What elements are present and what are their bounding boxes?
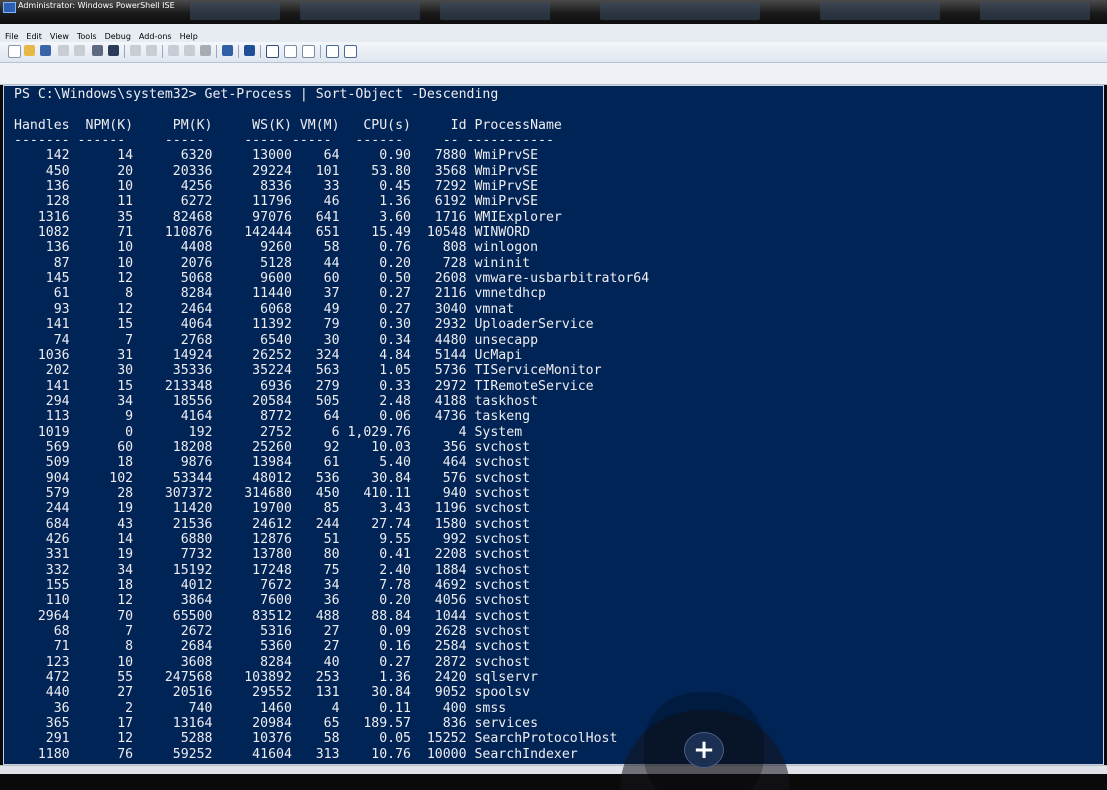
taskbar-blur xyxy=(300,2,420,20)
menu-help[interactable]: Help xyxy=(175,26,201,41)
maximize-icon[interactable] xyxy=(302,45,315,58)
toolbar-separator xyxy=(124,45,125,58)
table-row: 110 12 3864 7600 36 0.20 4056 svchost xyxy=(14,593,531,609)
snippet-icon[interactable] xyxy=(326,45,339,58)
save-icon[interactable] xyxy=(40,45,51,56)
table-row: 113 9 4164 8772 64 0.06 4736 taskeng xyxy=(14,409,531,425)
split-icon[interactable] xyxy=(284,45,297,58)
clear-icon[interactable] xyxy=(108,45,119,56)
table-row: 569 60 18208 25260 92 10.03 356 svchost xyxy=(14,439,531,455)
toolbar xyxy=(0,42,1107,63)
table-row: 579 28 307372 314680 450 410.11 940 svch… xyxy=(14,485,531,501)
table-row: 61 8 8284 11440 37 0.27 2116 vmnetdhcp xyxy=(14,286,546,302)
table-row: 202 30 35336 35224 563 1.05 5736 TIServi… xyxy=(14,363,602,379)
table-row: 440 27 20516 29552 131 30.84 9052 spools… xyxy=(14,685,531,701)
open-folder-icon[interactable] xyxy=(24,45,35,56)
table-row: 128 11 6272 11796 46 1.36 6192 WmiPrvSE xyxy=(14,194,539,210)
powershell-icon[interactable] xyxy=(244,45,255,56)
table-row: 145 12 5068 9600 60 0.50 2608 vmware-usb… xyxy=(14,271,650,287)
menu-debug[interactable]: Debug xyxy=(100,26,134,41)
table-row: 1019 0 192 2752 6 1,029.76 4 System xyxy=(14,424,523,440)
table-row: 294 34 18556 20584 505 2.48 4188 taskhos… xyxy=(14,393,539,409)
undo-icon[interactable] xyxy=(130,45,141,56)
table-row: 331 19 7732 13780 80 0.41 2208 svchost xyxy=(14,547,531,563)
menu-file[interactable]: File xyxy=(0,26,21,41)
table-row: 365 17 13164 20984 65 189.57 836 service… xyxy=(14,716,539,732)
table-row: 426 14 6880 12876 51 9.55 992 svchost xyxy=(14,531,531,547)
table-row: 155 18 4012 7672 34 7.78 4692 svchost xyxy=(14,578,531,593)
table-row: 1316 35 82468 97076 641 3.60 1716 WMIExp… xyxy=(14,209,562,225)
window-titlebar[interactable]: Administrator: Windows PowerShell ISE xyxy=(0,0,1107,25)
table-row: 472 55 247568 103892 253 1.36 2420 sqlse… xyxy=(14,670,539,686)
cut-icon[interactable] xyxy=(58,45,69,56)
console-prompt-line: PS C:\Windows\system32> Get-Process | So… xyxy=(14,87,499,102)
table-row: 123 10 3608 8284 40 0.27 2872 svchost xyxy=(14,654,531,670)
powershell-ise-icon xyxy=(3,2,16,13)
menu-edit[interactable]: Edit xyxy=(21,26,45,41)
menu-view[interactable]: View xyxy=(45,26,72,41)
remote-icon[interactable] xyxy=(222,45,233,56)
table-row: 136 10 4408 9260 58 0.76 808 winlogon xyxy=(14,240,539,256)
menu-tools[interactable]: Tools xyxy=(72,26,100,41)
table-row: 68 7 2672 5316 27 0.09 2628 svchost xyxy=(14,624,531,640)
table-row: 142 14 6320 13000 64 0.90 7880 WmiPrvSE xyxy=(14,148,539,164)
table-row: 509 18 9876 13984 61 5.40 464 svchost xyxy=(14,455,531,471)
table-row: 136 10 4256 8336 33 0.45 7292 WmiPrvSE xyxy=(14,179,539,195)
toolbar-separator xyxy=(260,45,261,58)
console-output: PS C:\Windows\system32> Get-Process | So… xyxy=(14,87,649,762)
table-row: 244 19 11420 19700 85 3.43 1196 svchost xyxy=(14,501,531,517)
table-row: 71 8 2684 5360 27 0.16 2584 svchost xyxy=(14,639,531,655)
table-header-row: Handles NPM(K) PM(K) WS(K) VM(M) CPU(s) … xyxy=(14,117,562,133)
menu-bar: File Edit View Tools Debug Add-ons Help xyxy=(0,24,1107,42)
table-row: 684 43 21536 24612 244 27.74 1580 svchos… xyxy=(14,516,531,532)
redo-icon[interactable] xyxy=(146,45,157,56)
plus-icon[interactable]: + xyxy=(684,732,724,768)
menu-addons[interactable]: Add-ons xyxy=(134,26,175,41)
table-row: 2964 70 65500 83512 488 88.84 1044 svcho… xyxy=(14,608,531,624)
table-row: 1180 76 59252 41604 313 10.76 10000 Sear… xyxy=(14,746,578,762)
taskbar-blur xyxy=(820,2,940,20)
run-selection-icon[interactable] xyxy=(184,45,195,56)
table-row: 36 2 740 1460 4 0.11 400 smss xyxy=(14,700,507,716)
taskbar-blur xyxy=(190,2,280,20)
table-row: 87 10 2076 5128 44 0.20 728 wininit xyxy=(14,255,531,271)
table-row: 450 20 20336 29224 101 53.80 3568 WmiPrv… xyxy=(14,163,539,179)
table-row: 904 102 53344 48012 536 30.84 576 svchos… xyxy=(14,470,531,486)
toolbar-separator xyxy=(320,45,321,58)
table-row: 332 34 15192 17248 75 2.40 1884 svchost xyxy=(14,562,531,578)
toolbar-separator xyxy=(162,45,163,58)
taskbar-blur xyxy=(440,2,550,20)
run-icon[interactable] xyxy=(168,45,179,56)
table-row: 141 15 213348 6936 279 0.33 2972 TIRemot… xyxy=(14,378,594,394)
toolbar-separator xyxy=(216,45,217,58)
layout-icon[interactable] xyxy=(266,45,279,58)
table-row: 1082 71 110876 142444 651 15.49 10548 WI… xyxy=(14,225,531,241)
paste-icon[interactable] xyxy=(92,45,103,56)
table-row: 1036 31 14924 26252 324 4.84 5144 UcMapi xyxy=(14,347,523,363)
script-tab-strip xyxy=(0,63,1107,85)
show-command-icon[interactable] xyxy=(344,45,357,58)
table-row: 291 12 5288 10376 58 0.05 15252 SearchPr… xyxy=(14,731,618,747)
taskbar-blur xyxy=(600,2,760,20)
table-row: 141 15 4064 11392 79 0.30 2932 UploaderS… xyxy=(14,317,594,333)
taskbar-blur xyxy=(980,2,1090,20)
add-button-label: + xyxy=(693,735,715,765)
table-separator-row: ------- ------ ----- ----- ----- ------ … xyxy=(14,133,554,149)
console-pane[interactable]: PS C:\Windows\system32> Get-Process | So… xyxy=(3,85,1104,765)
table-row: 74 7 2768 6540 30 0.34 4480 unsecapp xyxy=(14,332,539,348)
stop-icon[interactable] xyxy=(200,45,211,56)
new-file-icon[interactable] xyxy=(8,45,21,58)
window-title: Administrator: Windows PowerShell ISE xyxy=(18,1,175,10)
table-row: 93 12 2464 6068 49 0.27 3040 vmnat xyxy=(14,301,515,317)
toolbar-separator xyxy=(238,45,239,58)
copy-icon[interactable] xyxy=(74,45,85,56)
